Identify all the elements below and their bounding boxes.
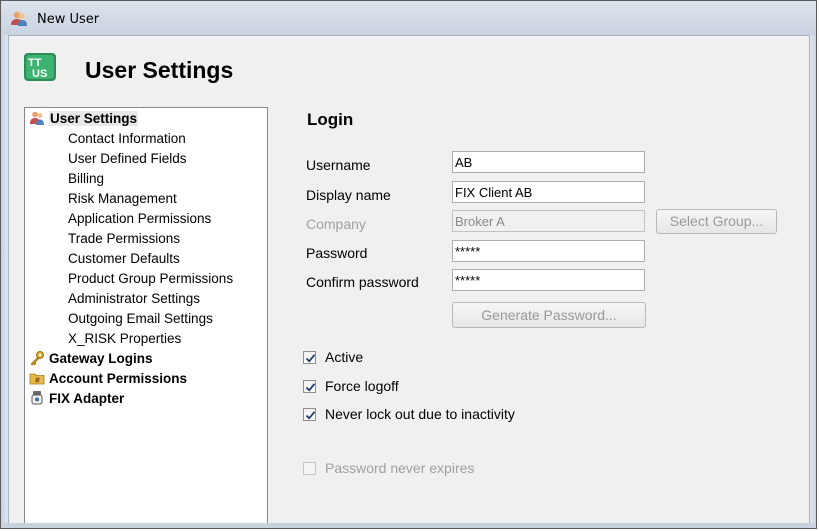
page-title: User Settings <box>85 57 234 83</box>
never-lockout-checkbox[interactable] <box>303 408 316 421</box>
tree-item-administrator-settings[interactable]: Administrator Settings <box>68 289 200 308</box>
tree-item-label: Customer Defaults <box>68 251 180 266</box>
display-name-field[interactable]: FIX Client AB <box>452 181 645 203</box>
window-frame-right <box>809 35 816 528</box>
tree-item-label: Contact Information <box>68 131 186 146</box>
key-icon <box>29 350 45 366</box>
tree-item-label: X_RISK Properties <box>68 331 182 346</box>
never-lockout-label: Never lock out due to inactivity <box>325 406 515 422</box>
window-frame-left <box>1 35 9 528</box>
content-area: TT US User Settings User Settings Contac… <box>9 36 809 527</box>
tree-item-application-permissions[interactable]: Application Permissions <box>68 209 211 228</box>
tree-item-label: Outgoing Email Settings <box>68 311 213 326</box>
tree-item-label: Trade Permissions <box>68 231 181 246</box>
tree-item-outgoing-email-settings[interactable]: Outgoing Email Settings <box>68 309 213 328</box>
confirm-password-field[interactable]: ***** <box>452 269 645 291</box>
company-field: Broker A <box>452 210 645 232</box>
tree-item-label: Billing <box>68 171 105 186</box>
window-title: New User <box>37 12 100 27</box>
tree-item-user-settings[interactable]: User Settings <box>29 109 139 128</box>
svg-text:US: US <box>32 68 47 80</box>
login-section-title: Login <box>307 110 354 129</box>
tree-item-user-defined-fields[interactable]: User Defined Fields <box>68 149 187 168</box>
title-bar: New User <box>1 1 816 36</box>
password-never-expires-label: Password never expires <box>325 460 475 476</box>
tree-item-label: Account Permissions <box>49 371 188 386</box>
tree-item-label: FIX Adapter <box>49 391 125 406</box>
active-checkbox[interactable] <box>303 351 316 364</box>
tree-item-contact-information[interactable]: Contact Information <box>68 129 186 148</box>
password-field[interactable]: ***** <box>452 240 645 262</box>
tree-item-fix-adapter[interactable]: FIX Adapter <box>29 389 124 408</box>
username-label: Username <box>306 157 371 173</box>
tree-item-trade-permissions[interactable]: Trade Permissions <box>68 229 180 248</box>
tree-item-risk-management[interactable]: Risk Management <box>68 189 177 208</box>
tree-item-billing[interactable]: Billing <box>68 169 104 188</box>
tt-us-logo-icon: TT US <box>23 52 57 82</box>
tree-item-label: Product Group Permissions <box>68 271 234 286</box>
tree-item-gateway-logins[interactable]: Gateway Logins <box>29 349 153 368</box>
tree-item-label: User Settings <box>49 111 139 126</box>
tree-item-label: Application Permissions <box>68 211 212 226</box>
settings-tree[interactable]: User Settings Contact Information User D… <box>24 107 268 527</box>
tree-item-x-risk-properties[interactable]: X_RISK Properties <box>68 329 181 348</box>
tree-item-label: Risk Management <box>68 191 177 206</box>
select-group-button[interactable]: Select Group... <box>656 209 777 234</box>
account-folder-icon: # <box>29 370 45 386</box>
company-label: Company <box>306 216 366 232</box>
user-group-icon <box>29 110 45 126</box>
checkmark-icon <box>305 354 316 363</box>
tree-item-product-group-permissions[interactable]: Product Group Permissions <box>68 269 233 288</box>
force-logoff-checkbox[interactable] <box>303 380 316 393</box>
username-field[interactable]: AB <box>452 151 645 173</box>
svg-text:#: # <box>35 377 41 385</box>
fix-adapter-icon <box>29 390 45 406</box>
generate-password-button[interactable]: Generate Password... <box>452 302 646 328</box>
display-name-label: Display name <box>306 187 391 203</box>
tree-item-label: Gateway Logins <box>49 351 153 366</box>
password-never-expires-checkbox <box>303 462 316 475</box>
tree-item-label: Administrator Settings <box>68 291 201 306</box>
active-label: Active <box>325 349 364 365</box>
checkmark-icon <box>305 383 316 392</box>
force-logoff-label: Force logoff <box>325 378 399 394</box>
password-label: Password <box>306 245 368 261</box>
new-user-window: New User TT US User Settings User Settin… <box>0 0 817 529</box>
tree-item-label: User Defined Fields <box>68 151 187 166</box>
tree-item-account-permissions[interactable]: # Account Permissions <box>29 369 187 388</box>
checkmark-icon <box>305 411 316 420</box>
users-icon <box>10 10 28 28</box>
tree-item-customer-defaults[interactable]: Customer Defaults <box>68 249 180 268</box>
confirm-password-label: Confirm password <box>306 274 419 290</box>
window-frame-bottom <box>1 523 816 528</box>
